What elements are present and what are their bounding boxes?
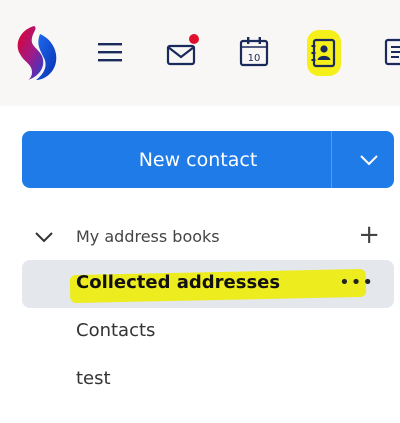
swisscom-logo[interactable] [10, 22, 62, 82]
contacts-button[interactable] [307, 30, 341, 76]
document-icon [384, 38, 400, 66]
split-divider [331, 131, 332, 188]
more-options-icon[interactable]: ••• [339, 272, 374, 293]
top-toolbar: 10 [0, 0, 400, 106]
unread-badge [189, 34, 199, 44]
section-title: My address books [76, 227, 220, 246]
address-books-section-header: My address books + [22, 220, 394, 254]
document-button[interactable] [380, 34, 400, 70]
add-address-book-button[interactable]: + [358, 222, 380, 248]
address-book-label: Collected addresses [76, 272, 281, 293]
svg-text:10: 10 [248, 53, 261, 64]
menu-button[interactable] [93, 34, 127, 70]
menu-icon [98, 43, 122, 62]
collapse-chevron-icon[interactable] [34, 227, 54, 247]
address-book-item[interactable]: Contacts [22, 308, 394, 356]
new-contact-label: New contact [138, 148, 258, 171]
address-book-label: test [76, 368, 111, 389]
calendar-button[interactable]: 10 [237, 34, 271, 70]
contacts-icon [311, 38, 336, 68]
mail-icon [166, 34, 199, 66]
address-book-item[interactable]: Collected addresses ••• [22, 260, 394, 308]
address-book-item[interactable]: test [22, 356, 394, 404]
new-contact-button[interactable]: New contact [22, 131, 394, 188]
address-book-label: Contacts [76, 320, 156, 341]
calendar-icon: 10 [239, 37, 269, 67]
mail-button[interactable] [165, 34, 199, 70]
chevron-down-icon[interactable] [358, 149, 380, 171]
